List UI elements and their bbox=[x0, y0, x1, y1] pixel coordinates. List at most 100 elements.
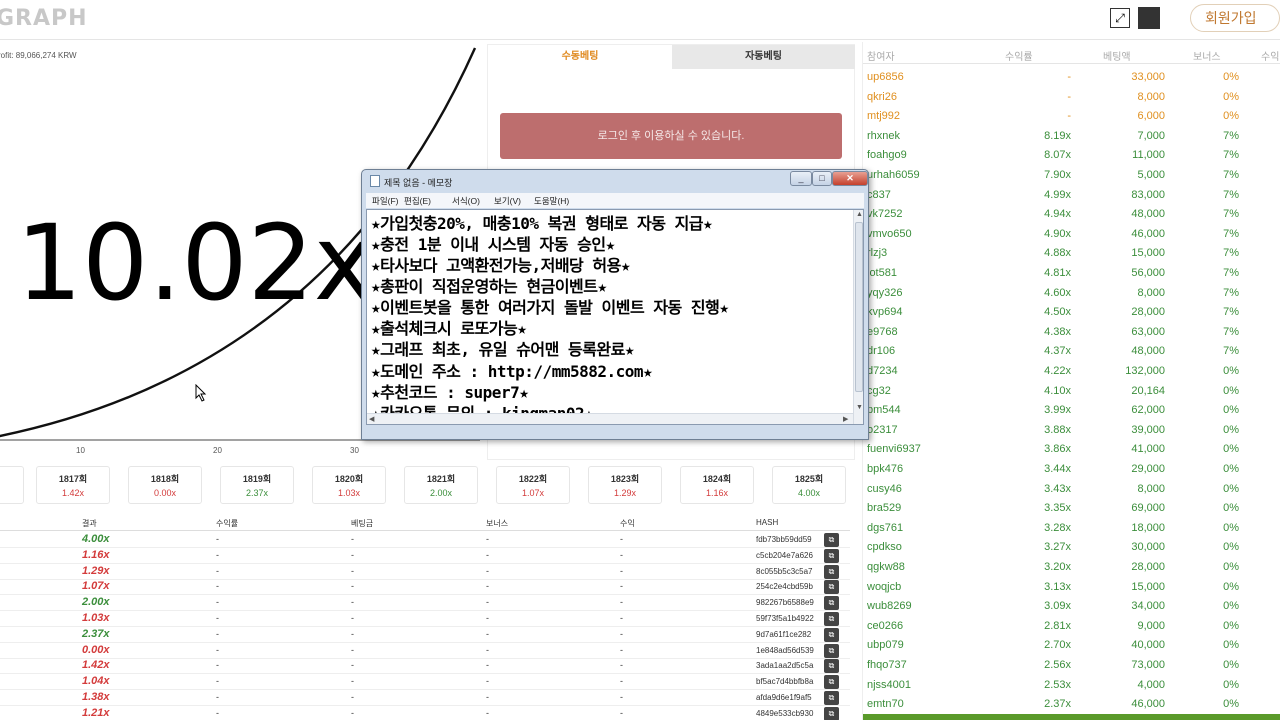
x-tick: 10 bbox=[76, 446, 85, 455]
history-card[interactable]: 1820회 1.03x bbox=[312, 466, 386, 504]
scroll-right-icon[interactable]: ▶ bbox=[843, 415, 848, 423]
player-bonus: 7% bbox=[1223, 345, 1239, 358]
signup-button[interactable]: 회원가입 bbox=[1190, 4, 1280, 32]
player-bet: 41,000 bbox=[1131, 443, 1165, 456]
notepad-titlebar[interactable]: 제목 없음 - 메모장 _ □ ✕ bbox=[362, 170, 868, 192]
history-mult: 2.37x bbox=[245, 488, 269, 498]
player-rate: 3.28x bbox=[1044, 521, 1071, 534]
player-row: wub8269 3.09x 34,000 0% bbox=[863, 597, 1280, 617]
player-name: rlzj3 bbox=[867, 247, 888, 260]
player-row: bpk476 3.44x 29,000 0% bbox=[863, 460, 1280, 480]
copy-hash-icon[interactable]: ⧉ bbox=[824, 659, 839, 674]
close-icon[interactable]: ✕ bbox=[832, 171, 868, 186]
player-bonus: 7% bbox=[1223, 267, 1239, 279]
player-rate: 8.19x bbox=[1044, 129, 1071, 142]
player-bonus: 0% bbox=[1223, 619, 1239, 632]
fullscreen-icon[interactable]: ⤢ bbox=[1110, 8, 1130, 28]
maximize-icon[interactable]: □ bbox=[812, 171, 832, 186]
copy-hash-icon[interactable]: ⧉ bbox=[824, 596, 839, 611]
history-card[interactable]: 1818회 0.00x bbox=[128, 466, 202, 504]
player-bet: 8,000 bbox=[1137, 482, 1165, 495]
player-bet: 20,164 bbox=[1131, 384, 1165, 397]
notepad-window[interactable]: 제목 없음 - 메모장 _ □ ✕ 파일(F) 편집(E) 서식(O) 보기(V… bbox=[361, 169, 869, 440]
notepad-text-area[interactable]: ★가입첫충20%, 매충10% 복권 형태로 자동 지급★ ★충전 1분 이내 … bbox=[366, 209, 864, 425]
menu-edit[interactable]: 편집(E) bbox=[404, 195, 431, 207]
player-bet: 132,000 bbox=[1125, 365, 1165, 377]
player-bet: 8,000 bbox=[1137, 286, 1165, 299]
dark-mode-toggle[interactable] bbox=[1138, 7, 1160, 29]
player-bonus: 0% bbox=[1223, 659, 1239, 671]
player-bonus: 7% bbox=[1223, 247, 1239, 260]
player-rate: 7.90x bbox=[1044, 169, 1071, 181]
top-header: GRAPH ⤢ 회원가입 bbox=[0, 0, 1280, 40]
menu-format[interactable]: 서식(O) bbox=[452, 195, 480, 207]
table-row: 1.16x - - - - c5cb204e7a626 ⧉ bbox=[0, 548, 850, 564]
copy-hash-icon[interactable]: ⧉ bbox=[824, 580, 839, 595]
table-row: 1.29x - - - - 8c055b5c3c5a7 ⧉ bbox=[0, 564, 850, 580]
player-row: urhah6059 7.90x 5,000 7% bbox=[863, 166, 1280, 186]
player-row: cusy46 3.43x 8,000 0% bbox=[863, 480, 1280, 500]
menu-file[interactable]: 파일(F) bbox=[372, 195, 399, 207]
player-rate: - bbox=[1067, 110, 1071, 123]
scroll-up-icon[interactable]: ▲ bbox=[856, 211, 863, 218]
history-card[interactable]: 1824회 1.16x bbox=[680, 466, 754, 504]
player-bet: 48,000 bbox=[1131, 208, 1165, 221]
copy-hash-icon[interactable]: ⧉ bbox=[824, 612, 839, 626]
row-rate: - bbox=[216, 644, 219, 655]
col-bet: 베팅금 bbox=[351, 519, 374, 528]
history-card[interactable] bbox=[0, 466, 24, 504]
copy-hash-icon[interactable]: ⧉ bbox=[824, 564, 839, 579]
tab-auto-bet[interactable]: 자동베팅 bbox=[672, 45, 855, 69]
copy-hash-icon[interactable]: ⧉ bbox=[824, 627, 839, 642]
row-hash: bf5ac7d4bbfb8a bbox=[756, 677, 814, 687]
copy-hash-icon[interactable]: ⧉ bbox=[824, 706, 839, 720]
history-card[interactable]: 1819회 2.37x bbox=[220, 466, 294, 504]
player-name: c837 bbox=[867, 188, 891, 201]
row-bonus: - bbox=[486, 644, 489, 655]
row-profit: - bbox=[620, 597, 623, 608]
menu-help[interactable]: 도움말(H) bbox=[534, 195, 569, 207]
history-card[interactable]: 1821회 2.00x bbox=[404, 466, 478, 504]
player-name: foahgo9 bbox=[867, 149, 907, 162]
scroll-down-icon[interactable]: ▼ bbox=[856, 404, 863, 411]
row-bet: - bbox=[351, 707, 354, 718]
menu-view[interactable]: 보기(V) bbox=[494, 195, 521, 207]
row-rate: - bbox=[216, 707, 219, 718]
row-bet: - bbox=[351, 644, 354, 655]
scroll-thumb[interactable] bbox=[855, 222, 863, 392]
player-row: up6856 - 33,000 0% bbox=[863, 68, 1280, 88]
player-row: fuenvi6937 3.86x 41,000 0% bbox=[863, 440, 1280, 460]
minimize-icon[interactable]: _ bbox=[790, 171, 812, 186]
horizontal-scrollbar[interactable]: ◀ ▶ bbox=[367, 413, 853, 424]
copy-hash-icon[interactable]: ⧉ bbox=[824, 643, 839, 658]
scroll-left-icon[interactable]: ◀ bbox=[369, 415, 374, 423]
round-result: 2.37x bbox=[82, 627, 110, 640]
player-rate: 3.43x bbox=[1044, 482, 1071, 495]
mouse-cursor-icon bbox=[195, 384, 207, 402]
player-name: lot581 bbox=[867, 267, 897, 279]
site-logo[interactable]: GRAPH bbox=[0, 6, 88, 31]
login-required-button[interactable]: 로그인 후 이용하실 수 있습니다. bbox=[500, 113, 842, 159]
history-card[interactable]: 1823회 1.29x bbox=[588, 466, 662, 504]
player-bonus: 0% bbox=[1223, 639, 1239, 652]
tab-manual-bet[interactable]: 수동베팅 bbox=[488, 45, 672, 69]
player-row: vk7252 4.94x 48,000 7% bbox=[863, 205, 1280, 225]
history-card[interactable]: 1825회 4.00x bbox=[772, 466, 846, 504]
copy-hash-icon[interactable]: ⧉ bbox=[824, 548, 839, 563]
player-name: e9768 bbox=[867, 325, 898, 338]
col-player-bonus: 보너스 bbox=[1193, 52, 1221, 63]
player-bonus: 7% bbox=[1223, 325, 1239, 338]
row-bet: - bbox=[351, 549, 354, 560]
player-rate: 2.37x bbox=[1044, 698, 1071, 711]
player-row: pm544 3.99x 62,000 0% bbox=[863, 401, 1280, 421]
vertical-scrollbar[interactable]: ▲ ▼ bbox=[853, 210, 863, 424]
copy-hash-icon[interactable]: ⧉ bbox=[824, 675, 839, 690]
row-hash: 982267b6588e9 bbox=[756, 598, 814, 608]
notepad-title: 제목 없음 - 메모장 bbox=[384, 178, 453, 188]
copy-hash-icon[interactable]: ⧉ bbox=[824, 533, 839, 547]
player-row: njss4001 2.53x 4,000 0% bbox=[863, 676, 1280, 696]
player-name: bpk476 bbox=[867, 463, 904, 475]
history-card[interactable]: 1822회 1.07x bbox=[496, 466, 570, 504]
history-card[interactable]: 1817회 1.42x bbox=[36, 466, 110, 504]
copy-hash-icon[interactable]: ⧉ bbox=[824, 691, 839, 705]
